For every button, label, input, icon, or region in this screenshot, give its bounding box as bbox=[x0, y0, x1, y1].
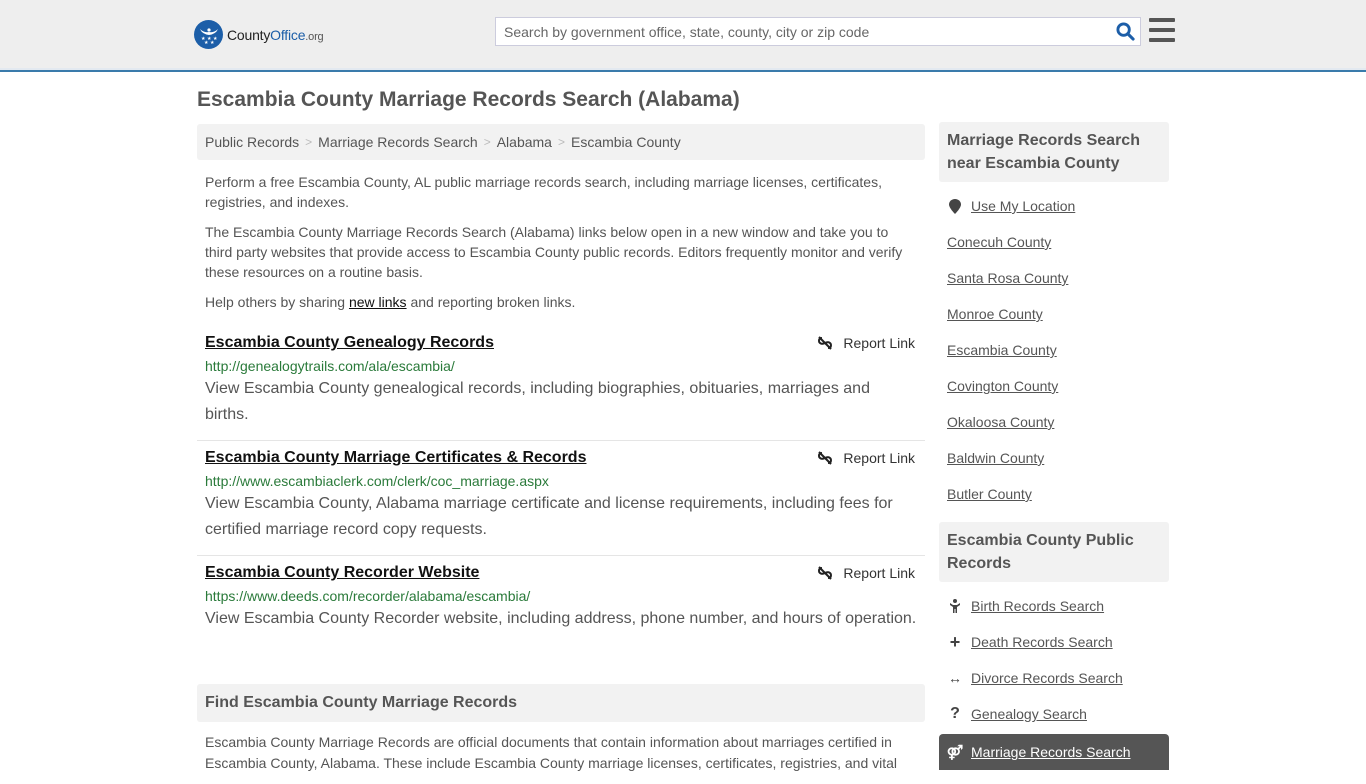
use-location-item: Use My Location bbox=[947, 188, 1161, 224]
svg-text:★: ★ bbox=[204, 40, 209, 45]
nearby-item: Covington County bbox=[947, 368, 1161, 404]
result-title-link[interactable]: Escambia County Marriage Certificates & … bbox=[205, 449, 586, 467]
result-item: Escambia County Marriage Certificates & … bbox=[197, 441, 925, 556]
nearby-county-link[interactable]: Conecuh County bbox=[947, 234, 1051, 250]
main-content: Public Records > Marriage Records Search… bbox=[197, 124, 925, 784]
page-title: Escambia County Marriage Records Search … bbox=[197, 88, 740, 111]
divorce-records-link[interactable]: Divorce Records Search bbox=[971, 670, 1123, 686]
intro-paragraph-2: The Escambia County Marriage Records Sea… bbox=[205, 224, 903, 280]
breadcrumb-separator: > bbox=[305, 135, 313, 149]
result-title-link[interactable]: Escambia County Recorder Website bbox=[205, 564, 479, 582]
report-link-button[interactable]: Report Link bbox=[817, 335, 915, 351]
marriage-records-link[interactable]: Marriage Records Search bbox=[971, 744, 1131, 760]
breadcrumb-public-records[interactable]: Public Records bbox=[205, 134, 299, 150]
svg-text:★: ★ bbox=[210, 40, 215, 45]
genealogy-search-link[interactable]: Genealogy Search bbox=[971, 706, 1087, 722]
intro-paragraph-1: Perform a free Escambia County, AL publi… bbox=[205, 174, 882, 210]
nearby-list: Use My Location Conecuh County Santa Ros… bbox=[939, 182, 1169, 522]
nearby-county-link[interactable]: Escambia County bbox=[947, 342, 1057, 358]
public-record-item: ? Genealogy Search bbox=[947, 696, 1161, 732]
search-icon bbox=[1115, 22, 1135, 41]
broken-link-icon bbox=[818, 566, 833, 580]
nearby-item: Butler County bbox=[947, 476, 1161, 512]
breadcrumb-separator: > bbox=[557, 135, 565, 149]
question-icon: ? bbox=[950, 705, 960, 722]
new-links-link[interactable]: new links bbox=[349, 294, 407, 310]
public-record-item: + Death Records Search bbox=[947, 624, 1161, 660]
result-description: View Escambia County, Alabama marriage c… bbox=[205, 495, 893, 538]
plus-icon: + bbox=[949, 631, 961, 652]
nearby-county-link[interactable]: Covington County bbox=[947, 378, 1058, 394]
logo-eagle-icon: ★ ★ ★ ★ ★ bbox=[194, 20, 223, 49]
birth-records-link[interactable]: Birth Records Search bbox=[971, 598, 1104, 614]
intro-text: Perform a free Escambia County, AL publi… bbox=[197, 172, 925, 312]
result-description: View Escambia County Recorder website, i… bbox=[205, 610, 917, 627]
public-record-item: Birth Records Search bbox=[947, 588, 1161, 624]
nearby-county-link[interactable]: Baldwin County bbox=[947, 450, 1044, 466]
result-item: Escambia County Genealogy Records http:/… bbox=[197, 326, 925, 441]
hamburger-menu-icon[interactable] bbox=[1149, 18, 1175, 42]
nearby-item: Baldwin County bbox=[947, 440, 1161, 476]
broken-link-icon bbox=[818, 451, 833, 465]
public-record-item: ↔ Divorce Records Search bbox=[947, 660, 1161, 696]
report-link-button[interactable]: Report Link bbox=[817, 565, 915, 581]
nearby-county-link[interactable]: Monroe County bbox=[947, 306, 1043, 322]
breadcrumb-escambia-county[interactable]: Escambia County bbox=[571, 134, 681, 150]
nearby-item: Okaloosa County bbox=[947, 404, 1161, 440]
death-records-link[interactable]: Death Records Search bbox=[971, 634, 1113, 650]
intro-paragraph-3: Help others by sharing new links and rep… bbox=[205, 294, 576, 310]
search-input[interactable] bbox=[496, 18, 1110, 45]
result-url[interactable]: https://www.deeds.com/recorder/alabama/e… bbox=[205, 588, 917, 604]
site-header: ★ ★ ★ ★ ★ CountyOffice.org bbox=[0, 0, 1366, 72]
nearby-item: Santa Rosa County bbox=[947, 260, 1161, 296]
result-description: View Escambia County genealogical record… bbox=[205, 380, 870, 423]
nearby-item: Conecuh County bbox=[947, 224, 1161, 260]
child-icon bbox=[947, 599, 963, 613]
result-url[interactable]: http://www.escambiaclerk.com/clerk/coc_m… bbox=[205, 473, 917, 489]
nearby-heading: Marriage Records Search near Escambia Co… bbox=[939, 122, 1169, 182]
nearby-county-link[interactable]: Butler County bbox=[947, 486, 1032, 502]
public-records-list: Birth Records Search + Death Records Sea… bbox=[939, 582, 1169, 732]
search-bar bbox=[495, 17, 1141, 46]
nearby-item: Escambia County bbox=[947, 332, 1161, 368]
marriage-icon: ⚤ bbox=[946, 743, 964, 760]
breadcrumb-alabama[interactable]: Alabama bbox=[497, 134, 552, 150]
broken-link-icon bbox=[818, 336, 833, 350]
breadcrumb-marriage-records-search[interactable]: Marriage Records Search bbox=[318, 134, 478, 150]
use-my-location-link[interactable]: Use My Location bbox=[971, 198, 1075, 214]
public-records-heading: Escambia County Public Records bbox=[939, 522, 1169, 582]
report-link-button[interactable]: Report Link bbox=[817, 450, 915, 466]
breadcrumb-separator: > bbox=[483, 135, 491, 149]
sidebar: Marriage Records Search near Escambia Co… bbox=[939, 122, 1169, 770]
map-marker-icon bbox=[947, 198, 963, 214]
search-button[interactable] bbox=[1110, 18, 1140, 45]
find-records-heading: Find Escambia County Marriage Records bbox=[197, 684, 925, 722]
countyoffice-logo[interactable]: ★ ★ ★ ★ ★ CountyOffice.org bbox=[194, 20, 324, 49]
result-title-link[interactable]: Escambia County Genealogy Records bbox=[205, 334, 494, 352]
results-list: Escambia County Genealogy Records http:/… bbox=[197, 326, 925, 644]
result-url[interactable]: http://genealogytrails.com/ala/escambia/ bbox=[205, 358, 917, 374]
active-public-record-item: ⚤ Marriage Records Search bbox=[939, 734, 1169, 770]
arrows-horizontal-icon: ↔ bbox=[948, 670, 962, 686]
nearby-county-link[interactable]: Okaloosa County bbox=[947, 414, 1054, 430]
result-item: Escambia County Recorder Website https:/… bbox=[197, 556, 925, 644]
logo-text: CountyOffice.org bbox=[227, 26, 324, 43]
find-records-body: Escambia County Marriage Records are off… bbox=[205, 734, 898, 771]
nearby-county-link[interactable]: Santa Rosa County bbox=[947, 270, 1068, 286]
breadcrumb: Public Records > Marriage Records Search… bbox=[197, 124, 925, 160]
nearby-item: Monroe County bbox=[947, 296, 1161, 332]
